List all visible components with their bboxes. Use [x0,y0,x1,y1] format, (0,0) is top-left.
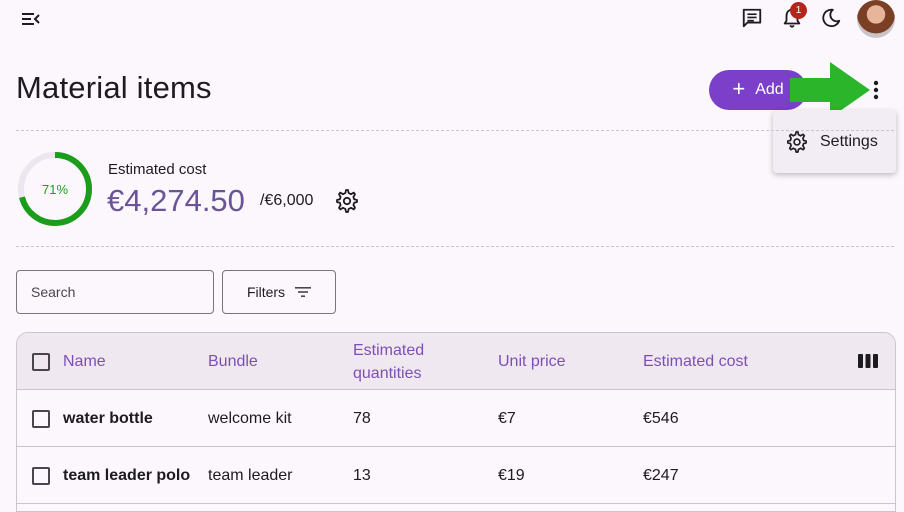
gear-icon [336,189,358,213]
menu-toggle-button[interactable] [14,6,48,32]
menu-item-settings[interactable]: Settings [773,110,896,173]
filters-label: Filters [246,284,286,300]
add-button-label: Add [755,81,784,98]
notification-count-badge: 1 [790,2,807,19]
filter-icon [295,287,312,297]
menu-collapse-icon [22,13,40,25]
budget-value: /€6,000 [260,192,314,209]
items-table: Name Bundle Estimated quantities Unit pr… [16,332,896,512]
cell-quantity: 13 [353,466,371,484]
column-header-estimated-cost[interactable]: Estimated cost [643,333,748,390]
column-header-bundle[interactable]: Bundle [208,333,258,390]
column-header-name[interactable]: Name [63,333,106,390]
plus-icon: + [732,76,746,101]
progress-percent: 71% [41,181,69,197]
table-header: Name Bundle Estimated quantities Unit pr… [17,333,895,390]
user-avatar[interactable] [857,0,895,38]
cell-unit-price: €19 [498,466,525,484]
divider [16,130,894,131]
column-header-unit-price[interactable]: Unit price [498,333,566,390]
estimated-cost-value: €4,274.50 [107,183,245,218]
filters-button[interactable]: Filters [222,270,336,314]
select-all-checkbox[interactable] [32,352,50,371]
row-checkbox[interactable] [32,466,50,485]
cell-estimated-cost: €546 [643,409,679,427]
budget-settings-button[interactable] [335,189,359,213]
page-title: Material items [16,70,212,105]
more-vert-icon [873,80,879,100]
search-field[interactable] [16,270,214,314]
cell-bundle: welcome kit [208,409,292,427]
search-input[interactable] [31,284,212,300]
table-row[interactable]: team leader polo team leader 13 €19 €247 [17,447,895,504]
columns-icon[interactable] [857,353,879,369]
estimated-cost-label: Estimated cost [108,161,207,178]
theme-toggle-button[interactable] [814,1,848,35]
table-row[interactable]: water bottle welcome kit 78 €7 €546 [17,390,895,447]
menu-item-label: Settings [820,132,878,150]
cell-unit-price: €7 [498,409,516,427]
cell-estimated-cost: €247 [643,466,679,484]
chat-button[interactable] [735,1,769,35]
cell-quantity: 78 [353,409,371,427]
more-options-button[interactable] [864,78,888,102]
row-checkbox[interactable] [32,409,50,428]
message-icon [742,8,762,28]
divider [16,246,894,247]
moon-icon [822,8,841,28]
gear-icon [787,130,807,153]
cell-name: team leader polo [63,466,191,484]
cell-bundle: team leader [208,466,293,484]
column-header-quantities[interactable]: Estimated quantities [353,333,463,390]
cell-name: water bottle [63,409,153,427]
